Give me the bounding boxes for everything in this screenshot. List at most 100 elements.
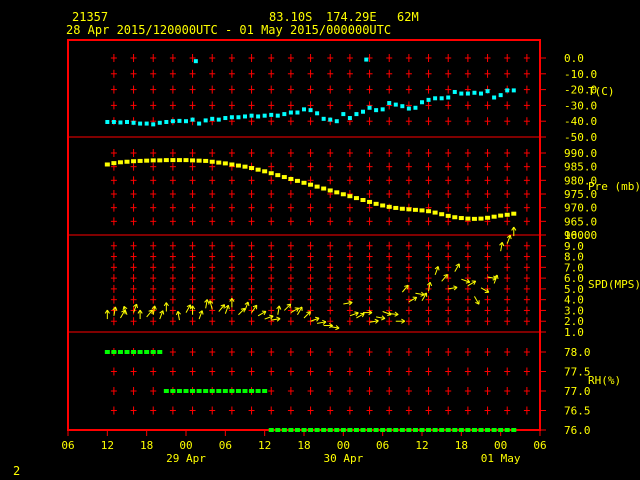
temperature-point <box>105 119 110 124</box>
humidity-point <box>294 428 300 432</box>
xtick-label: 00 <box>179 439 192 452</box>
pressure-point <box>111 161 117 166</box>
temperature-point <box>184 119 188 124</box>
temperature-point <box>111 119 116 124</box>
temperature-point <box>190 117 195 122</box>
wind-arrow-stroke <box>429 281 433 287</box>
wind-arrow <box>276 305 282 315</box>
temperature-point <box>328 117 333 122</box>
wind-arrow-stroke <box>381 318 386 321</box>
humidity-point <box>117 350 123 354</box>
humidity-point <box>229 389 235 393</box>
humidity-point <box>458 428 464 432</box>
pressure-point <box>360 198 366 203</box>
pressure-point <box>478 216 484 221</box>
pressure-point <box>465 216 471 221</box>
pressure-point <box>426 209 432 214</box>
humidity-point <box>137 350 143 354</box>
wind-arrow-stroke <box>276 316 281 320</box>
humidity-point <box>327 428 333 432</box>
pressure-point <box>137 158 143 163</box>
wind-arrow-stroke <box>501 242 505 247</box>
temperature-point <box>164 119 169 124</box>
temperature-point <box>256 114 261 119</box>
temperature-point <box>243 114 247 119</box>
ytick-label-pressure: 965.0 <box>564 215 597 228</box>
wind-arrow <box>303 311 311 319</box>
temperature-point <box>282 112 287 117</box>
wind-arrow <box>159 310 165 320</box>
temperature-point <box>433 96 438 101</box>
wind-arrow <box>461 278 471 284</box>
pressure-point <box>393 205 399 210</box>
wind-arrow <box>257 310 267 317</box>
pressure-point <box>170 158 176 163</box>
wind-arrow <box>401 284 409 293</box>
wind-arrow-stroke <box>420 294 425 297</box>
temperature-point <box>262 113 267 118</box>
wind-arrow-stroke <box>437 266 440 271</box>
panel-label-pressure: Pre (mb) <box>588 180 640 193</box>
humidity-point <box>222 389 228 393</box>
xtick-label: 00 <box>337 439 350 452</box>
humidity-point <box>268 428 274 432</box>
xtick-label: 06 <box>533 439 546 452</box>
ytick-label-humidity: 77.0 <box>564 385 591 398</box>
pressure-point <box>262 169 268 174</box>
temperature-point <box>177 118 182 123</box>
pressure-point <box>367 199 373 204</box>
pressure-point <box>471 216 477 221</box>
xtick-label: 12 <box>258 439 271 452</box>
xtick-label: 06 <box>376 439 389 452</box>
wind-arrow-stroke <box>278 305 282 310</box>
temperature-point <box>465 91 470 96</box>
pressure-point <box>281 175 287 180</box>
humidity-point <box>445 428 451 432</box>
humidity-point <box>144 350 150 354</box>
wind-arrow <box>343 300 353 306</box>
humidity-point <box>321 428 327 432</box>
pressure-point <box>242 164 248 169</box>
humidity-point <box>157 350 163 354</box>
pressure-point <box>373 201 379 206</box>
ytick-label-temperature: -10.0 <box>564 68 597 81</box>
xtick-label: 12 <box>101 439 114 452</box>
wind-arrow <box>434 266 440 276</box>
xtick-label: 06 <box>219 439 232 452</box>
pressure-point <box>216 160 222 165</box>
temperature-point <box>400 104 405 109</box>
panel-label-temperature: T(C) <box>588 85 615 98</box>
temperature-point <box>364 57 369 62</box>
wind-arrow-stroke <box>354 311 359 314</box>
wind-arrow-stroke <box>136 304 138 309</box>
pressure-point <box>432 210 438 215</box>
temperature-point <box>157 120 162 125</box>
pressure-point <box>485 215 491 220</box>
humidity-point <box>393 428 399 432</box>
temperature-point <box>387 101 392 106</box>
wind-arrow <box>185 304 192 313</box>
temperature-point <box>334 119 339 124</box>
wind-arrow <box>112 306 118 316</box>
pressure-point <box>203 158 209 163</box>
xtick-label: 18 <box>140 439 153 452</box>
wind-arrow <box>224 304 230 314</box>
temperature-point <box>341 112 346 117</box>
humidity-point <box>471 428 477 432</box>
wind-arrow <box>415 291 425 297</box>
humidity-point <box>150 350 156 354</box>
pressure-point <box>150 158 156 163</box>
humidity-point <box>478 428 484 432</box>
temperature-point <box>420 100 424 105</box>
xtick-label: 12 <box>415 439 428 452</box>
wind-arrow-stroke <box>154 305 157 310</box>
pressure-point <box>196 158 202 163</box>
temperature-point <box>302 107 306 112</box>
humidity-point <box>360 428 366 432</box>
humidity-point <box>412 428 418 432</box>
humidity-point <box>196 389 202 393</box>
date-label: 30 Apr <box>323 452 363 465</box>
pressure-point <box>511 211 517 216</box>
humidity-point <box>308 428 314 432</box>
temperature-point <box>197 121 202 126</box>
